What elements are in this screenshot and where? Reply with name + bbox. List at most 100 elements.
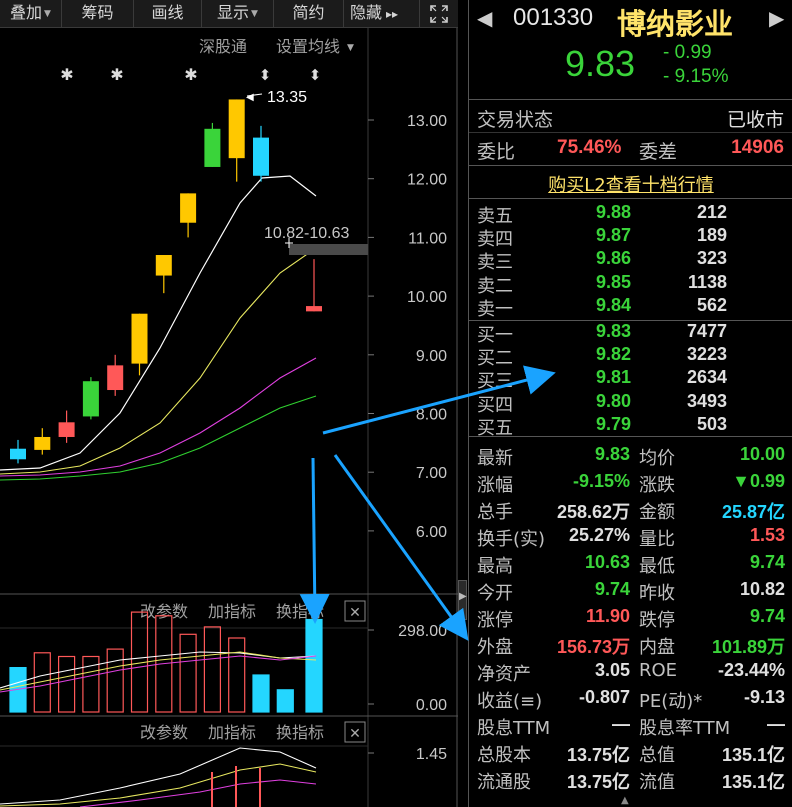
stat-label: 量比 bbox=[639, 529, 675, 550]
event-marker-icon[interactable]: ✱ bbox=[60, 65, 73, 84]
candle-body[interactable] bbox=[155, 255, 172, 276]
stat-label: 总手 bbox=[477, 502, 513, 523]
bid-row[interactable]: 买五 9.79 503 bbox=[469, 413, 792, 439]
prev-stock-button[interactable]: ◀ bbox=[477, 6, 492, 30]
candle-body[interactable] bbox=[131, 313, 148, 364]
bid-volume: 3223 bbox=[686, 344, 727, 365]
bid-volume: 2634 bbox=[686, 367, 727, 388]
stats-row: 最新 9.83 均价 10.00 bbox=[469, 444, 792, 470]
stat-value: 13.75亿 bbox=[566, 745, 630, 765]
stat-value: 9.74 bbox=[749, 606, 785, 626]
stat-value: ▼0.99 bbox=[732, 471, 785, 491]
stat-value: — bbox=[767, 714, 785, 734]
set-ma-link[interactable]: 设置均线 bbox=[276, 38, 340, 56]
stats-row: 股息TTM — 股息率TTM — bbox=[469, 714, 792, 740]
buy-l2-link[interactable]: 购买L2查看十档行情 bbox=[469, 171, 792, 197]
stat-label: 最低 bbox=[639, 556, 675, 577]
chips-button[interactable]: 筹码 bbox=[62, 0, 134, 28]
stat-label: 股息率TTM bbox=[639, 718, 731, 739]
volume-bar[interactable] bbox=[276, 689, 294, 713]
bid-level-label: 买四 bbox=[477, 394, 513, 416]
volume-bar[interactable] bbox=[252, 674, 270, 713]
bid-row[interactable]: 买四 9.80 3493 bbox=[469, 391, 792, 416]
volume-bar[interactable] bbox=[203, 626, 221, 713]
range-label: 10.82-10.63 bbox=[264, 225, 350, 242]
caret-down-icon: ▼ bbox=[347, 43, 354, 53]
candle-body[interactable] bbox=[253, 137, 269, 176]
stat-value: 9.74 bbox=[594, 579, 630, 599]
event-marker-icon[interactable]: ✱ bbox=[110, 65, 123, 84]
caret-down-icon: ▼ bbox=[251, 8, 258, 19]
price-axis-label: 7.00 bbox=[416, 465, 447, 482]
bid-row[interactable]: 买二 9.82 3223 bbox=[469, 344, 792, 369]
stat-label: 涨幅 bbox=[477, 475, 513, 496]
ask-level-label: 卖四 bbox=[477, 229, 513, 251]
ask-row[interactable]: 卖五 9.88 212 bbox=[469, 202, 792, 227]
ask-row[interactable]: 卖四 9.87 189 bbox=[469, 225, 792, 251]
draw-line-button[interactable]: 画线 bbox=[134, 0, 202, 28]
arrow-left-icon: ◀ bbox=[246, 92, 254, 103]
updown-marker-icon[interactable]: ⬍ bbox=[259, 66, 272, 84]
candle-body[interactable] bbox=[306, 306, 322, 312]
hk-connect-link[interactable]: 深股通 bbox=[199, 38, 247, 56]
stat-label: 涨跌 bbox=[639, 475, 675, 496]
ask-row[interactable]: 卖一 9.84 562 bbox=[469, 295, 792, 320]
volume-bar[interactable] bbox=[179, 633, 197, 713]
stat-label: 收益(≡) bbox=[477, 691, 543, 712]
price-axis-label: 8.00 bbox=[416, 407, 447, 424]
stat-value: -9.15% bbox=[572, 471, 630, 491]
candle-body[interactable] bbox=[204, 128, 221, 167]
volume-bar[interactable] bbox=[106, 648, 124, 713]
stats-row: 换手(实) 25.27% 量比 1.53 bbox=[469, 525, 792, 551]
ask-row[interactable]: 卖三 9.86 323 bbox=[469, 248, 792, 274]
kline-chart[interactable]: 深股通 设置均线 ▼ ✱ ✱ ✱ ⬍ ⬍ 13.00 12.00 11.00 10.0… bbox=[0, 28, 458, 807]
fullscreen-button[interactable] bbox=[420, 0, 458, 28]
indicator-line-white bbox=[0, 747, 317, 805]
ind-add-indicator-button[interactable]: 加指标 bbox=[208, 724, 256, 742]
hide-button[interactable]: 隐藏 ▸▸ bbox=[344, 0, 420, 28]
ask-row[interactable]: 卖二 9.85 1138 bbox=[469, 272, 792, 297]
ind-switch-indicator-button[interactable]: 换指标 bbox=[276, 724, 324, 742]
kline-chart-area[interactable]: 深股通 设置均线 ▼ ✱ ✱ ✱ ⬍ ⬍ 13.00 12.00 11.00 10.0… bbox=[0, 28, 458, 807]
volume-bar[interactable] bbox=[228, 637, 246, 713]
event-marker-icon[interactable]: ✱ bbox=[184, 65, 197, 84]
trade-status-label: 交易状态 bbox=[477, 109, 554, 131]
vol-add-indicator-button[interactable]: 加指标 bbox=[208, 603, 256, 621]
ask-volume: 212 bbox=[696, 202, 727, 222]
stats-row: 最高 10.63 最低 9.74 bbox=[469, 552, 792, 578]
stat-value: -9.13 bbox=[743, 687, 785, 707]
candle-body[interactable] bbox=[58, 422, 75, 437]
bid-level-label: 买一 bbox=[477, 325, 513, 346]
weibi-label: 委比 bbox=[477, 141, 516, 163]
stat-label: 跌停 bbox=[639, 610, 675, 631]
candle-body[interactable] bbox=[228, 99, 245, 159]
bid-level-label: 买三 bbox=[477, 371, 513, 393]
close-icon: ✕ bbox=[349, 605, 361, 621]
candle-body[interactable] bbox=[34, 436, 51, 450]
ind-edit-params-button[interactable]: 改参数 bbox=[140, 724, 188, 742]
ask-level-label: 卖三 bbox=[477, 252, 513, 274]
next-stock-button[interactable]: ▶ bbox=[769, 6, 784, 30]
volume-bar[interactable] bbox=[57, 655, 76, 713]
updown-marker-icon[interactable]: ⬍ bbox=[309, 66, 322, 84]
bid-row[interactable]: 买一 9.83 7477 bbox=[469, 321, 792, 346]
stat-label: 最新 bbox=[477, 448, 513, 469]
bid-price: 9.79 bbox=[595, 413, 631, 434]
stat-value: 258.62万 bbox=[556, 502, 630, 522]
candle-body[interactable] bbox=[82, 381, 99, 417]
stock-name: 博纳影业 bbox=[617, 7, 734, 41]
simple-button[interactable]: 简约 bbox=[274, 0, 344, 28]
candle-body[interactable] bbox=[107, 365, 124, 391]
stat-label: 最高 bbox=[477, 556, 513, 577]
overlay-button[interactable]: 叠加 ▼ bbox=[0, 0, 62, 28]
scroll-down-icon[interactable]: ▲ bbox=[621, 795, 629, 806]
price-axis-label: 10.00 bbox=[407, 289, 447, 306]
vol-switch-indicator-button[interactable]: 换指标 bbox=[276, 603, 324, 621]
panel-collapse-handle[interactable]: ▶ bbox=[458, 580, 467, 620]
volume-bar[interactable] bbox=[305, 618, 323, 713]
bid-row[interactable]: 买三 9.81 2634 bbox=[469, 367, 792, 393]
candle-body[interactable] bbox=[10, 448, 26, 460]
display-button[interactable]: 显示 ▼ bbox=[202, 0, 274, 28]
candle-body[interactable] bbox=[180, 193, 197, 223]
last-price: 9.83 bbox=[565, 43, 636, 84]
